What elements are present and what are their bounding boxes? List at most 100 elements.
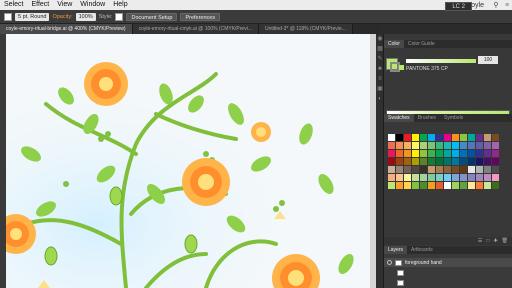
swatch-chip[interactable] [484, 182, 491, 189]
swatch-chip[interactable] [412, 158, 419, 165]
swatch-chip[interactable] [388, 158, 395, 165]
tab-document-3[interactable]: Untitled-3* @ 118% (CMYK/Previe... [259, 24, 353, 34]
tint-value-field[interactable]: 100 [478, 56, 498, 64]
list-icon[interactable]: ≡ [502, 2, 512, 9]
swatch-chip[interactable] [404, 174, 411, 181]
stroke-panel-icon[interactable]: ≡ [376, 74, 384, 84]
swatch-chip[interactable] [436, 174, 443, 181]
swatch-libraries-icon[interactable]: ☰ [478, 237, 482, 245]
menu-effect[interactable]: Effect [27, 0, 53, 10]
swatch-chip[interactable] [444, 166, 451, 173]
swatch-chip[interactable] [460, 174, 467, 181]
swatch-chip[interactable] [396, 174, 403, 181]
swatch-chip[interactable] [484, 174, 491, 181]
swatch-chip[interactable] [492, 174, 499, 181]
swatch-chip[interactable] [444, 174, 451, 181]
delete-swatch-icon[interactable]: 🗑 [502, 237, 508, 245]
swatch-chip[interactable] [476, 158, 483, 165]
swatch-chip[interactable] [396, 158, 403, 165]
swatch-chip[interactable] [412, 134, 419, 141]
swatch-chip[interactable] [388, 182, 395, 189]
artboard-canvas[interactable] [6, 34, 370, 288]
swatch-chip[interactable] [404, 142, 411, 149]
swatch-chip[interactable] [444, 150, 451, 157]
swatch-chip[interactable] [388, 174, 395, 181]
swatch-chip[interactable] [404, 134, 411, 141]
swatch-chip[interactable] [484, 166, 491, 173]
swatch-chip[interactable] [476, 182, 483, 189]
swatch-chip[interactable] [468, 150, 475, 157]
swatch-chip[interactable] [420, 174, 427, 181]
swatch-chip[interactable] [420, 134, 427, 141]
visibility-eye-icon[interactable] [387, 260, 392, 265]
new-color-group-icon[interactable]: □ [486, 237, 489, 245]
swatch-chip[interactable] [484, 158, 491, 165]
menu-view[interactable]: View [53, 0, 76, 10]
swatch-chip[interactable] [388, 150, 395, 157]
tab-color[interactable]: Color [384, 40, 404, 48]
tab-symbols[interactable]: Symbols [440, 114, 467, 122]
swatch-chip[interactable] [492, 150, 499, 157]
menu-select[interactable]: Select [0, 0, 27, 10]
swatch-chip[interactable] [468, 166, 475, 173]
swatch-chip[interactable] [460, 142, 467, 149]
tint-slider[interactable] [406, 59, 476, 63]
tab-layers[interactable]: Layers [384, 246, 408, 254]
swatch-chip[interactable] [452, 158, 459, 165]
swatch-chip[interactable] [492, 166, 499, 173]
swatch-chip[interactable] [428, 166, 435, 173]
swatch-chip[interactable] [388, 166, 395, 173]
swatch-chip[interactable] [460, 134, 467, 141]
swatch-chip[interactable] [476, 174, 483, 181]
symbol-panel-icon[interactable]: ♣ [376, 64, 384, 74]
swatch-chip[interactable] [460, 150, 467, 157]
swatch-chip[interactable] [396, 134, 403, 141]
swatch-chip[interactable] [492, 134, 499, 141]
swatch-chip[interactable] [468, 174, 475, 181]
sublayer-row[interactable] [384, 268, 512, 277]
new-swatch-icon[interactable]: ✚ [493, 237, 497, 245]
swatch-chip[interactable] [428, 142, 435, 149]
swatch-chip[interactable] [452, 174, 459, 181]
swatch-chip[interactable] [452, 142, 459, 149]
swatch-chip[interactable] [428, 150, 435, 157]
transparency-panel-icon[interactable]: ◐ [376, 94, 384, 104]
swatch-chip[interactable] [476, 166, 483, 173]
tab-artboards[interactable]: Artboards [407, 246, 437, 254]
tab-document-1[interactable]: coyle-emory-ritual-bridge.ai @ 400% (CMY… [0, 24, 133, 34]
sublayer-row[interactable] [384, 278, 512, 287]
swatch-chip[interactable] [412, 182, 419, 189]
swatch-chip[interactable] [412, 150, 419, 157]
swatch-chip[interactable] [492, 182, 499, 189]
swatch-chip[interactable] [468, 182, 475, 189]
swatch-chip[interactable] [476, 142, 483, 149]
swatch-chip[interactable] [436, 142, 443, 149]
stroke-profile-field[interactable]: 5 pt. Round [15, 12, 50, 21]
swatch-chip[interactable] [396, 166, 403, 173]
search-icon[interactable]: ⚲ [490, 1, 502, 9]
swatch-chip[interactable] [492, 158, 499, 165]
tab-swatches[interactable]: Swatches [384, 114, 414, 122]
swatch-chip[interactable] [468, 142, 475, 149]
swatch-chip[interactable] [452, 150, 459, 157]
swatch-chip[interactable] [404, 150, 411, 157]
swatch-chip[interactable] [444, 158, 451, 165]
swatch-chip[interactable] [420, 166, 427, 173]
style-swatch[interactable] [115, 12, 124, 21]
swatch-chip[interactable] [420, 158, 427, 165]
layer-name[interactable]: foreground hand [405, 260, 442, 266]
swatch-chip[interactable] [452, 134, 459, 141]
swatch-chip[interactable] [444, 142, 451, 149]
swatch-chip[interactable] [420, 150, 427, 157]
tab-brushes[interactable]: Brushes [414, 114, 440, 122]
swatch-chip[interactable] [412, 174, 419, 181]
swatch-chip[interactable] [388, 134, 395, 141]
swatch-chip[interactable] [404, 166, 411, 173]
swatch-chip[interactable] [436, 166, 443, 173]
swatch-chip[interactable] [396, 142, 403, 149]
swatch-chip[interactable] [404, 158, 411, 165]
swatch-chip[interactable] [484, 134, 491, 141]
swatch-chip[interactable] [444, 134, 451, 141]
brush-panel-icon[interactable]: ✎ [376, 54, 384, 64]
swatch-chip[interactable] [396, 182, 403, 189]
